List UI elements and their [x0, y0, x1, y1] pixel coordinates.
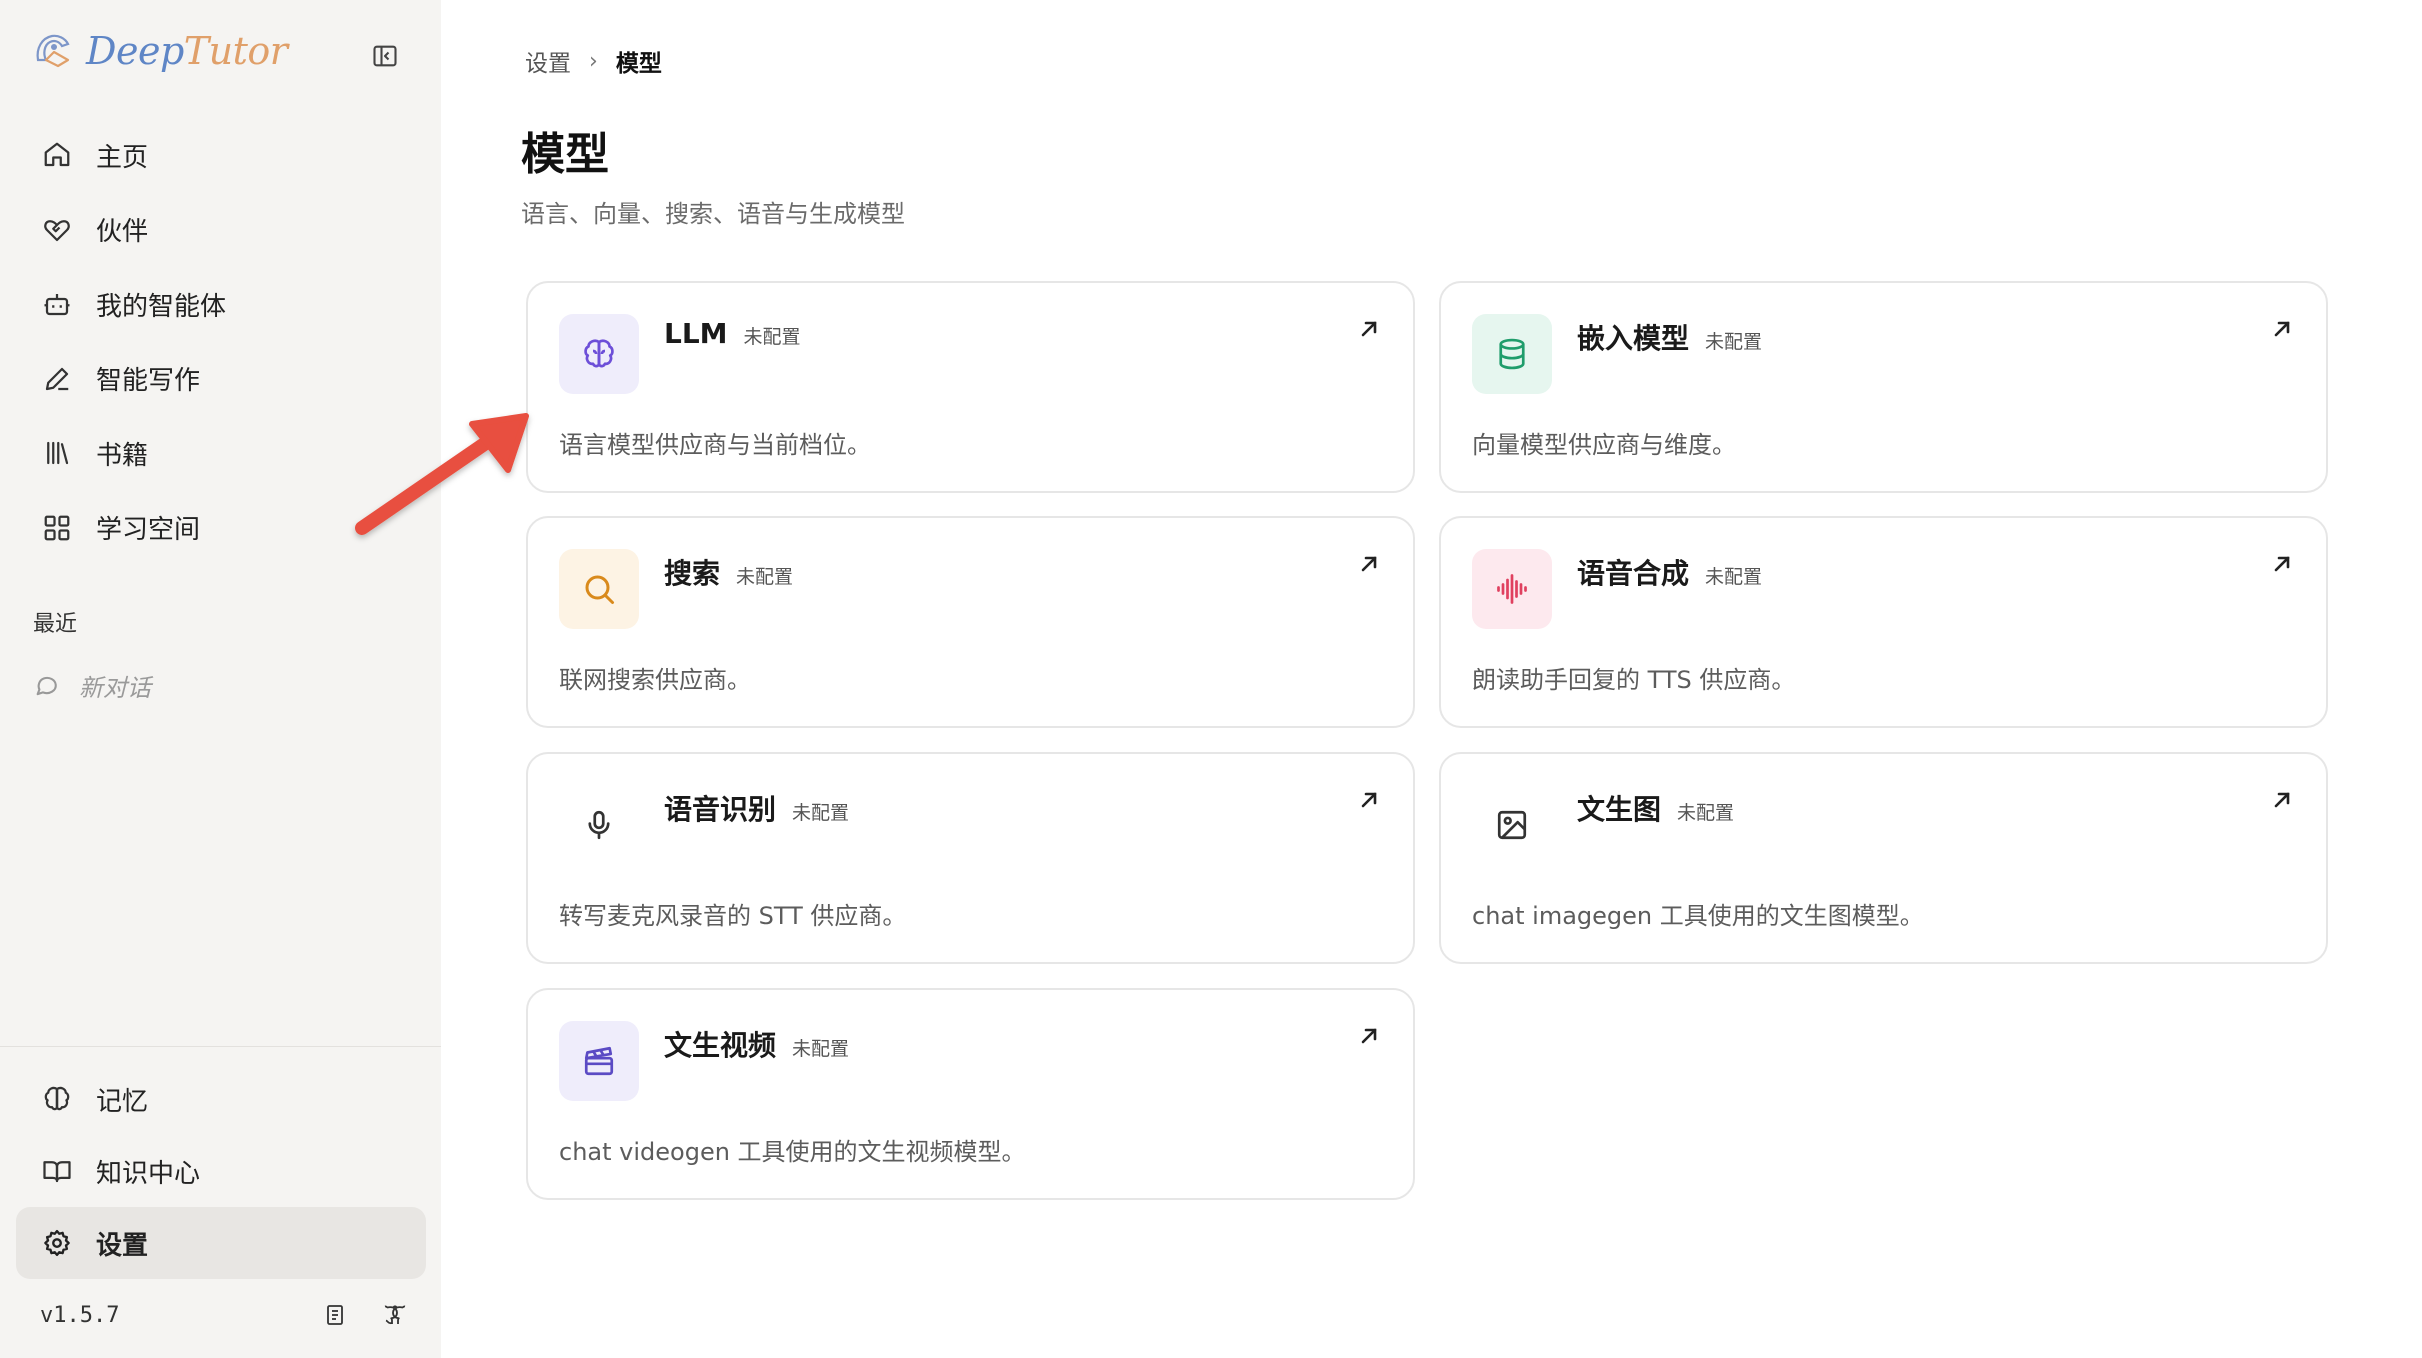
card-description: 联网搜索供应商。	[559, 666, 751, 694]
nav-label: 学习空间	[96, 515, 201, 546]
sidebar: DeepTutor 主页 伙伴 我的智能体 智能写作 书籍 学习空间 最近 新对…	[0, 0, 441, 1358]
nav-label: 伙伴	[96, 217, 149, 248]
arrow-up-right-icon	[2274, 556, 2290, 572]
page-title: 模型	[521, 129, 609, 180]
card-title-row: 语音识别 未配置	[664, 788, 849, 828]
nav-item-home[interactable]: 主页	[16, 118, 426, 193]
nav-item-my-agents[interactable]: 我的智能体	[16, 267, 426, 342]
library-icon	[40, 436, 74, 470]
grid-icon	[40, 511, 74, 545]
card-status: 未配置	[1705, 566, 1763, 588]
card-title-row: LLM 未配置	[664, 317, 801, 350]
nav-label: 智能写作	[96, 366, 201, 397]
bot-icon	[40, 287, 74, 321]
recent-item-label: 新对话	[79, 674, 151, 702]
nav-label: 主页	[96, 142, 149, 173]
card-description: 朗读助手回复的 TTS 供应商。	[1472, 666, 1796, 694]
collapse-sidebar-button[interactable]	[370, 41, 400, 71]
recent-item-new-chat[interactable]: 新对话	[33, 668, 151, 703]
card-name: 搜索	[664, 557, 721, 590]
main-content: 设置 › 模型 模型 语言、向量、搜索、语音与生成模型 LLM 未配置 语言模型…	[441, 0, 2422, 1358]
nav-item-settings[interactable]: 设置	[16, 1207, 426, 1279]
card-status: 未配置	[1705, 331, 1763, 353]
card-name: 语音识别	[664, 793, 777, 826]
arrow-up-right-icon	[1361, 321, 1377, 337]
pen-icon	[40, 362, 74, 396]
docs-icon[interactable]	[320, 1300, 350, 1330]
version-row: v1.5.7	[40, 1298, 420, 1332]
card-description: 转写麦克风录音的 STT 供应商。	[559, 902, 907, 930]
image-icon	[1472, 785, 1552, 865]
nav-label: 书籍	[96, 440, 149, 471]
arrow-up-right-icon	[2274, 321, 2290, 337]
logo-icon	[36, 34, 70, 68]
arrow-up-right-icon	[2274, 792, 2290, 808]
clapperboard-icon	[559, 1021, 639, 1101]
arrow-up-right-icon	[1361, 792, 1377, 808]
annotation-arrow-icon	[355, 413, 529, 535]
model-card-tts[interactable]: 语音合成 未配置 朗读助手回复的 TTS 供应商。	[1439, 516, 2328, 728]
card-title-row: 语音合成 未配置	[1577, 552, 1762, 592]
model-card-llm[interactable]: LLM 未配置 语言模型供应商与当前档位。	[526, 281, 1415, 493]
brain-icon	[40, 1082, 74, 1116]
card-name: 文生图	[1577, 793, 1662, 826]
card-title-row: 文生图 未配置	[1577, 788, 1734, 828]
book-open-icon	[40, 1154, 74, 1188]
version-label: v1.5.7	[40, 1302, 120, 1328]
card-name: 语音合成	[1577, 557, 1690, 590]
page-subtitle: 语言、向量、搜索、语音与生成模型	[521, 200, 905, 228]
breadcrumb: 设置 › 模型	[525, 44, 662, 78]
card-status: 未配置	[1677, 802, 1735, 824]
model-card-embedding[interactable]: 嵌入模型 未配置 向量模型供应商与维度。	[1439, 281, 2328, 493]
model-card-text-to-video[interactable]: 文生视频 未配置 chat videogen 工具使用的文生视频模型。	[526, 988, 1415, 1200]
breadcrumb-current: 模型	[615, 51, 662, 77]
logo-text: DeepTutor	[86, 29, 288, 73]
nav-label: 记忆	[96, 1086, 149, 1117]
card-title-row: 搜索 未配置	[664, 552, 793, 592]
database-icon	[1472, 314, 1552, 394]
chat-icon	[36, 676, 57, 695]
audio-waveform-icon	[1472, 549, 1552, 629]
nav-item-knowledge-center[interactable]: 知识中心	[16, 1135, 426, 1207]
sidebar-divider	[0, 1046, 441, 1047]
card-status: 未配置	[792, 802, 850, 824]
arrow-up-right-icon	[1361, 556, 1377, 572]
bottom-nav: 记忆 知识中心 设置	[16, 1063, 426, 1279]
card-status: 未配置	[736, 566, 794, 588]
card-description: 语言模型供应商与当前档位。	[559, 431, 871, 459]
heart-handshake-icon	[40, 213, 74, 247]
breadcrumb-settings-link[interactable]: 设置	[525, 44, 571, 78]
card-title-row: 文生视频 未配置	[664, 1024, 849, 1064]
nav-label: 我的智能体	[96, 291, 227, 322]
microphone-icon	[559, 785, 639, 865]
nav-label: 知识中心	[96, 1158, 201, 1189]
card-name: 嵌入模型	[1577, 322, 1690, 355]
card-description: chat videogen 工具使用的文生视频模型。	[559, 1138, 1026, 1166]
nav-item-memory[interactable]: 记忆	[16, 1063, 426, 1135]
model-card-text-to-image[interactable]: 文生图 未配置 chat imagegen 工具使用的文生图模型。	[1439, 752, 2328, 964]
gear-icon	[40, 1226, 74, 1260]
card-status: 未配置	[743, 326, 801, 348]
card-description: 向量模型供应商与维度。	[1472, 431, 1736, 459]
github-icon[interactable]	[380, 1300, 410, 1330]
search-icon	[559, 549, 639, 629]
model-card-stt[interactable]: 语音识别 未配置 转写麦克风录音的 STT 供应商。	[526, 752, 1415, 964]
card-title-row: 嵌入模型 未配置	[1577, 317, 1762, 357]
card-description: chat imagegen 工具使用的文生图模型。	[1472, 902, 1924, 930]
breadcrumb-separator: ›	[589, 48, 598, 74]
home-icon	[40, 138, 74, 172]
recent-section-title: 最近	[33, 612, 78, 637]
card-name: 文生视频	[664, 1029, 777, 1062]
nav-label: 设置	[96, 1230, 149, 1261]
arrow-up-right-icon	[1361, 1028, 1377, 1044]
model-card-search[interactable]: 搜索 未配置 联网搜索供应商。	[526, 516, 1415, 728]
brain-icon	[559, 314, 639, 394]
card-name: LLM	[664, 317, 728, 350]
app-logo[interactable]: DeepTutor	[32, 29, 288, 73]
sidebar-toggle-icon	[373, 45, 397, 67]
nav-item-partner[interactable]: 伙伴	[16, 193, 426, 268]
card-status: 未配置	[792, 1038, 850, 1060]
